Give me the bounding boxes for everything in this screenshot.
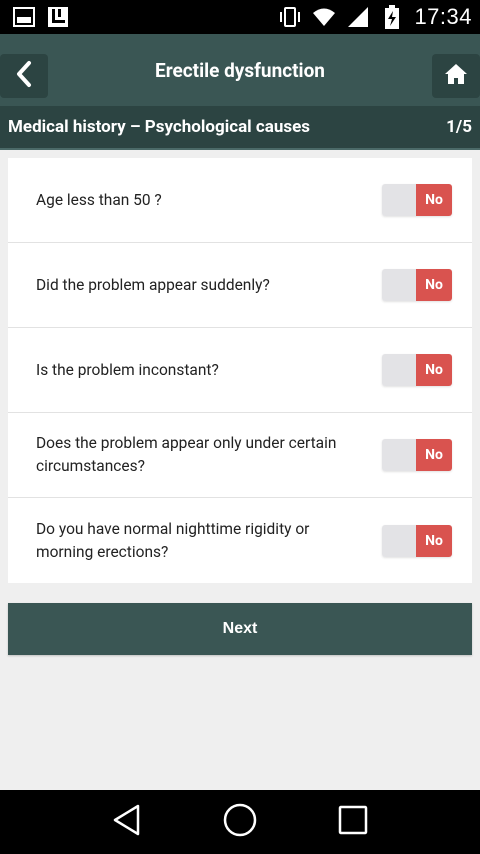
question-row: Does the problem appear only under certa… bbox=[8, 413, 472, 498]
gallery-icon bbox=[12, 5, 36, 29]
status-right: 17:34 bbox=[278, 4, 472, 30]
chevron-left-icon bbox=[14, 60, 34, 92]
question-text: Does the problem appear only under certa… bbox=[36, 434, 337, 475]
wifi-icon bbox=[312, 5, 336, 29]
toggle-state-label: No bbox=[416, 269, 452, 301]
question-row: Is the problem inconstant? No bbox=[8, 328, 472, 413]
toggle-state-label: No bbox=[416, 439, 452, 471]
signal-icon bbox=[346, 5, 370, 29]
question-row: Do you have normal nighttime rigidity or… bbox=[8, 498, 472, 583]
toggle-knob bbox=[382, 184, 416, 216]
toggle-knob bbox=[382, 269, 416, 301]
triangle-back-icon bbox=[112, 804, 142, 840]
app-bar: Erectile dysfunction bbox=[0, 34, 480, 106]
answer-toggle[interactable]: No bbox=[382, 269, 452, 301]
question-text: Age less than 50 ? bbox=[36, 190, 162, 209]
toggle-knob bbox=[382, 354, 416, 386]
toggle-knob bbox=[382, 439, 416, 471]
toggle-knob bbox=[382, 524, 416, 557]
question-list: Age less than 50 ? No Did the problem ap… bbox=[8, 158, 472, 583]
question-row: Age less than 50 ? No bbox=[8, 158, 472, 243]
system-recents-button[interactable] bbox=[329, 798, 377, 846]
answer-toggle[interactable]: No bbox=[382, 354, 452, 386]
question-text: Did the problem appear suddenly? bbox=[36, 275, 270, 294]
question-text: Do you have normal nighttime rigidity or… bbox=[36, 519, 310, 561]
system-home-button[interactable] bbox=[216, 798, 264, 846]
system-back-button[interactable] bbox=[103, 798, 151, 846]
progress-indicator: 1/5 bbox=[446, 117, 472, 137]
answer-toggle[interactable]: No bbox=[382, 524, 452, 557]
answer-toggle[interactable]: No bbox=[382, 184, 452, 216]
status-time: 17:34 bbox=[414, 4, 472, 29]
question-text: Is the problem inconstant? bbox=[36, 360, 219, 379]
battery-charging-icon bbox=[380, 5, 404, 29]
status-left bbox=[12, 5, 70, 29]
question-row: Did the problem appear suddenly? No bbox=[8, 243, 472, 328]
answer-toggle[interactable]: No bbox=[382, 439, 452, 471]
circle-home-icon bbox=[223, 803, 257, 841]
home-button[interactable] bbox=[432, 54, 480, 98]
next-button[interactable]: Next bbox=[8, 603, 472, 655]
vibrate-icon bbox=[278, 5, 302, 29]
back-button[interactable] bbox=[0, 54, 48, 98]
toggle-state-label: No bbox=[416, 354, 452, 386]
section-header: Medical history – Psychological causes 1… bbox=[0, 106, 480, 150]
section-title: Medical history – Psychological causes bbox=[8, 117, 311, 137]
status-bar: 17:34 bbox=[0, 0, 480, 34]
app-notification-icon bbox=[46, 5, 70, 29]
square-recents-icon bbox=[338, 805, 368, 839]
toggle-state-label: No bbox=[416, 524, 452, 557]
toggle-state-label: No bbox=[416, 184, 452, 216]
home-icon bbox=[444, 63, 468, 89]
app-title: Erectile dysfunction bbox=[155, 58, 325, 82]
system-nav-bar bbox=[0, 790, 480, 854]
